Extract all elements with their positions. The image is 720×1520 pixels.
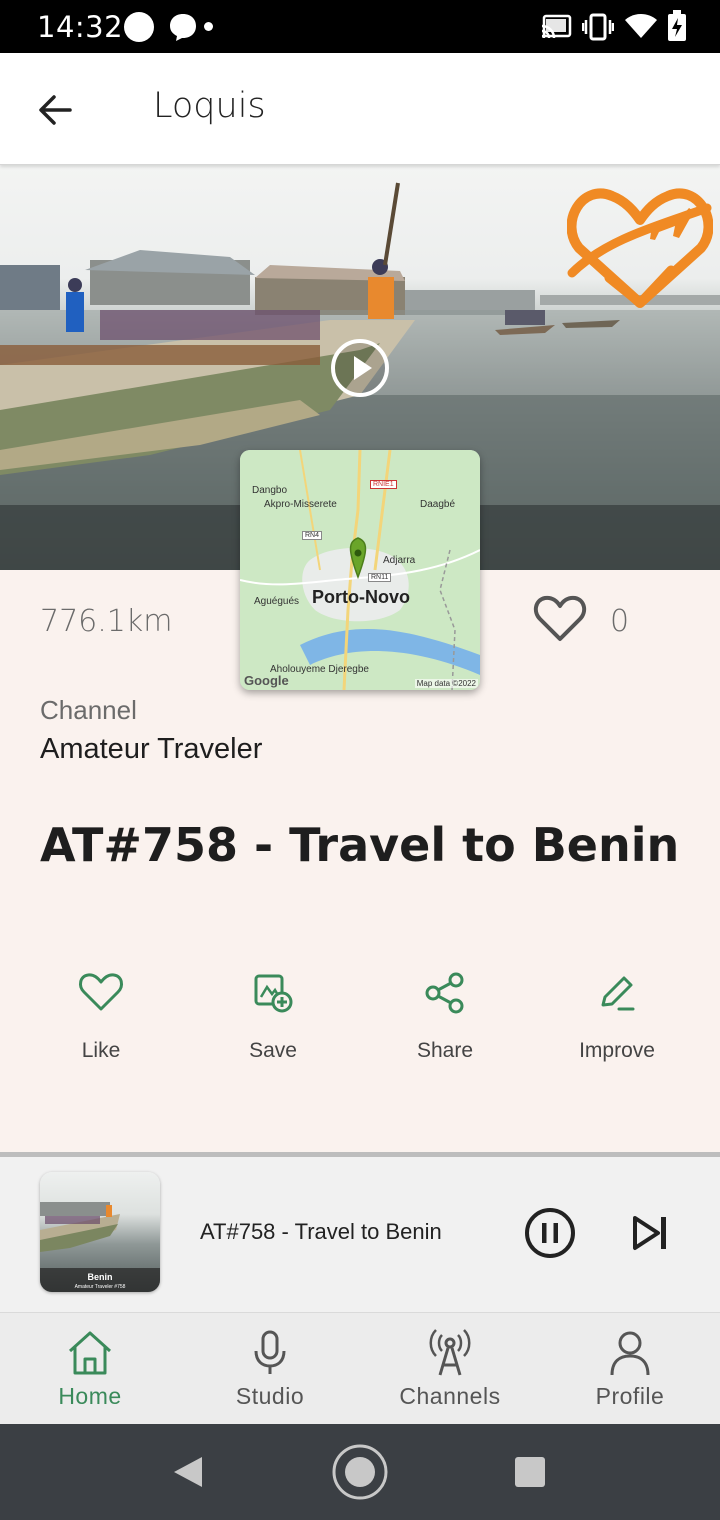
map-label-daagbe: Daagbé xyxy=(420,499,456,510)
map-google-logo: Google xyxy=(244,673,289,688)
vibrate-icon xyxy=(581,12,615,47)
share-icon xyxy=(425,972,464,1014)
map-label-akpro: Akpro-Misserete xyxy=(264,499,337,510)
like-button[interactable]: Like xyxy=(15,965,187,1075)
like-button-label: Like xyxy=(81,1039,121,1062)
nav-studio[interactable]: Studio xyxy=(180,1313,360,1425)
pause-circle-icon xyxy=(525,1208,575,1258)
system-home-button[interactable] xyxy=(331,1443,389,1506)
player-title: AT#758 - Travel to Benin xyxy=(200,1219,442,1244)
edit-pencil-icon xyxy=(601,976,635,1011)
nav-channels[interactable]: Channels xyxy=(360,1313,540,1425)
bottom-navigation: Home Studio Channels Profile xyxy=(0,1312,720,1424)
map-road-rn4: RN4 xyxy=(302,531,323,540)
microphone-icon xyxy=(254,1330,286,1374)
nav-home-label: Home xyxy=(58,1383,122,1409)
system-back-button[interactable] xyxy=(172,1455,204,1494)
nav-profile-label: Profile xyxy=(595,1383,665,1409)
back-button[interactable] xyxy=(30,85,80,135)
skip-next-button[interactable] xyxy=(630,1213,670,1253)
distance-value: 776.1km xyxy=(40,604,173,639)
person-icon xyxy=(610,1331,650,1376)
home-icon xyxy=(68,1331,112,1375)
nav-studio-label: Studio xyxy=(235,1383,305,1409)
location-map[interactable]: Dangbo Akpro-Misserete Daagbé Adjarra Ag… xyxy=(240,450,480,690)
app-bar: Loquis xyxy=(0,53,720,165)
square-recents-icon xyxy=(515,1457,545,1487)
system-recents-button[interactable] xyxy=(514,1456,546,1493)
heart-plane-logo-icon xyxy=(566,178,714,313)
nav-profile[interactable]: Profile xyxy=(540,1313,720,1425)
save-button[interactable]: Save xyxy=(187,965,359,1075)
like-toggle[interactable] xyxy=(533,594,587,644)
player-artwork[interactable]: Benin Amateur Traveler #758 xyxy=(40,1172,160,1292)
heart-outline-icon xyxy=(533,595,587,641)
like-count: 0 xyxy=(610,604,630,639)
nav-home[interactable]: Home xyxy=(0,1313,180,1425)
wifi-icon xyxy=(624,12,658,45)
arrow-left-icon xyxy=(39,95,72,125)
improve-button-label: Improve xyxy=(579,1039,655,1062)
play-circle-icon xyxy=(331,339,389,397)
broadcast-tower-icon xyxy=(429,1329,471,1376)
status-time: 14:32 xyxy=(37,10,124,44)
skip-next-icon xyxy=(633,1216,666,1250)
triangle-back-icon xyxy=(174,1457,202,1487)
messenger-icon xyxy=(168,12,198,47)
mini-player: Benin Amateur Traveler #758 AT#758 - Tra… xyxy=(0,1157,720,1312)
map-road-rnie1: RNIE1 xyxy=(370,480,397,489)
share-button-label: Share xyxy=(416,1039,474,1062)
map-label-dangbo: Dangbo xyxy=(252,485,288,496)
nav-channels-label: Channels xyxy=(399,1383,501,1409)
artwork-subtitle: Amateur Traveler #758 xyxy=(74,1284,126,1290)
heart-outline-icon xyxy=(79,973,123,1011)
pause-button[interactable] xyxy=(524,1207,576,1259)
map-label-adjarra: Adjarra xyxy=(383,555,416,566)
channel-name-link[interactable]: Amateur Traveler xyxy=(40,733,262,766)
map-city-label: Porto-Novo xyxy=(312,587,410,607)
map-attribution: Map data ©2022 xyxy=(414,679,478,688)
episode-title: AT#758 - Travel to Benin xyxy=(40,818,680,872)
channel-label: Channel xyxy=(40,695,137,725)
map-road-rn11: RN11 xyxy=(368,573,392,582)
app-title: Loquis xyxy=(153,86,266,126)
action-bar: Like Save Share Improve xyxy=(0,965,720,1075)
small-dot-icon xyxy=(204,22,213,31)
save-to-library-icon xyxy=(254,974,293,1013)
save-button-label: Save xyxy=(249,1039,297,1062)
map-label-aguegues: Aguégués xyxy=(254,596,300,607)
system-navigation-bar xyxy=(0,1424,720,1520)
share-button[interactable]: Share xyxy=(359,965,531,1075)
improve-button[interactable]: Improve xyxy=(531,965,703,1075)
status-bar: 14:32 xyxy=(0,0,720,53)
notification-dot-icon xyxy=(124,12,154,42)
artwork-title: Benin xyxy=(87,1272,113,1282)
battery-charging-icon xyxy=(666,10,688,47)
circle-home-icon xyxy=(332,1444,388,1500)
play-video-button[interactable] xyxy=(329,337,391,399)
cast-icon xyxy=(540,14,572,45)
